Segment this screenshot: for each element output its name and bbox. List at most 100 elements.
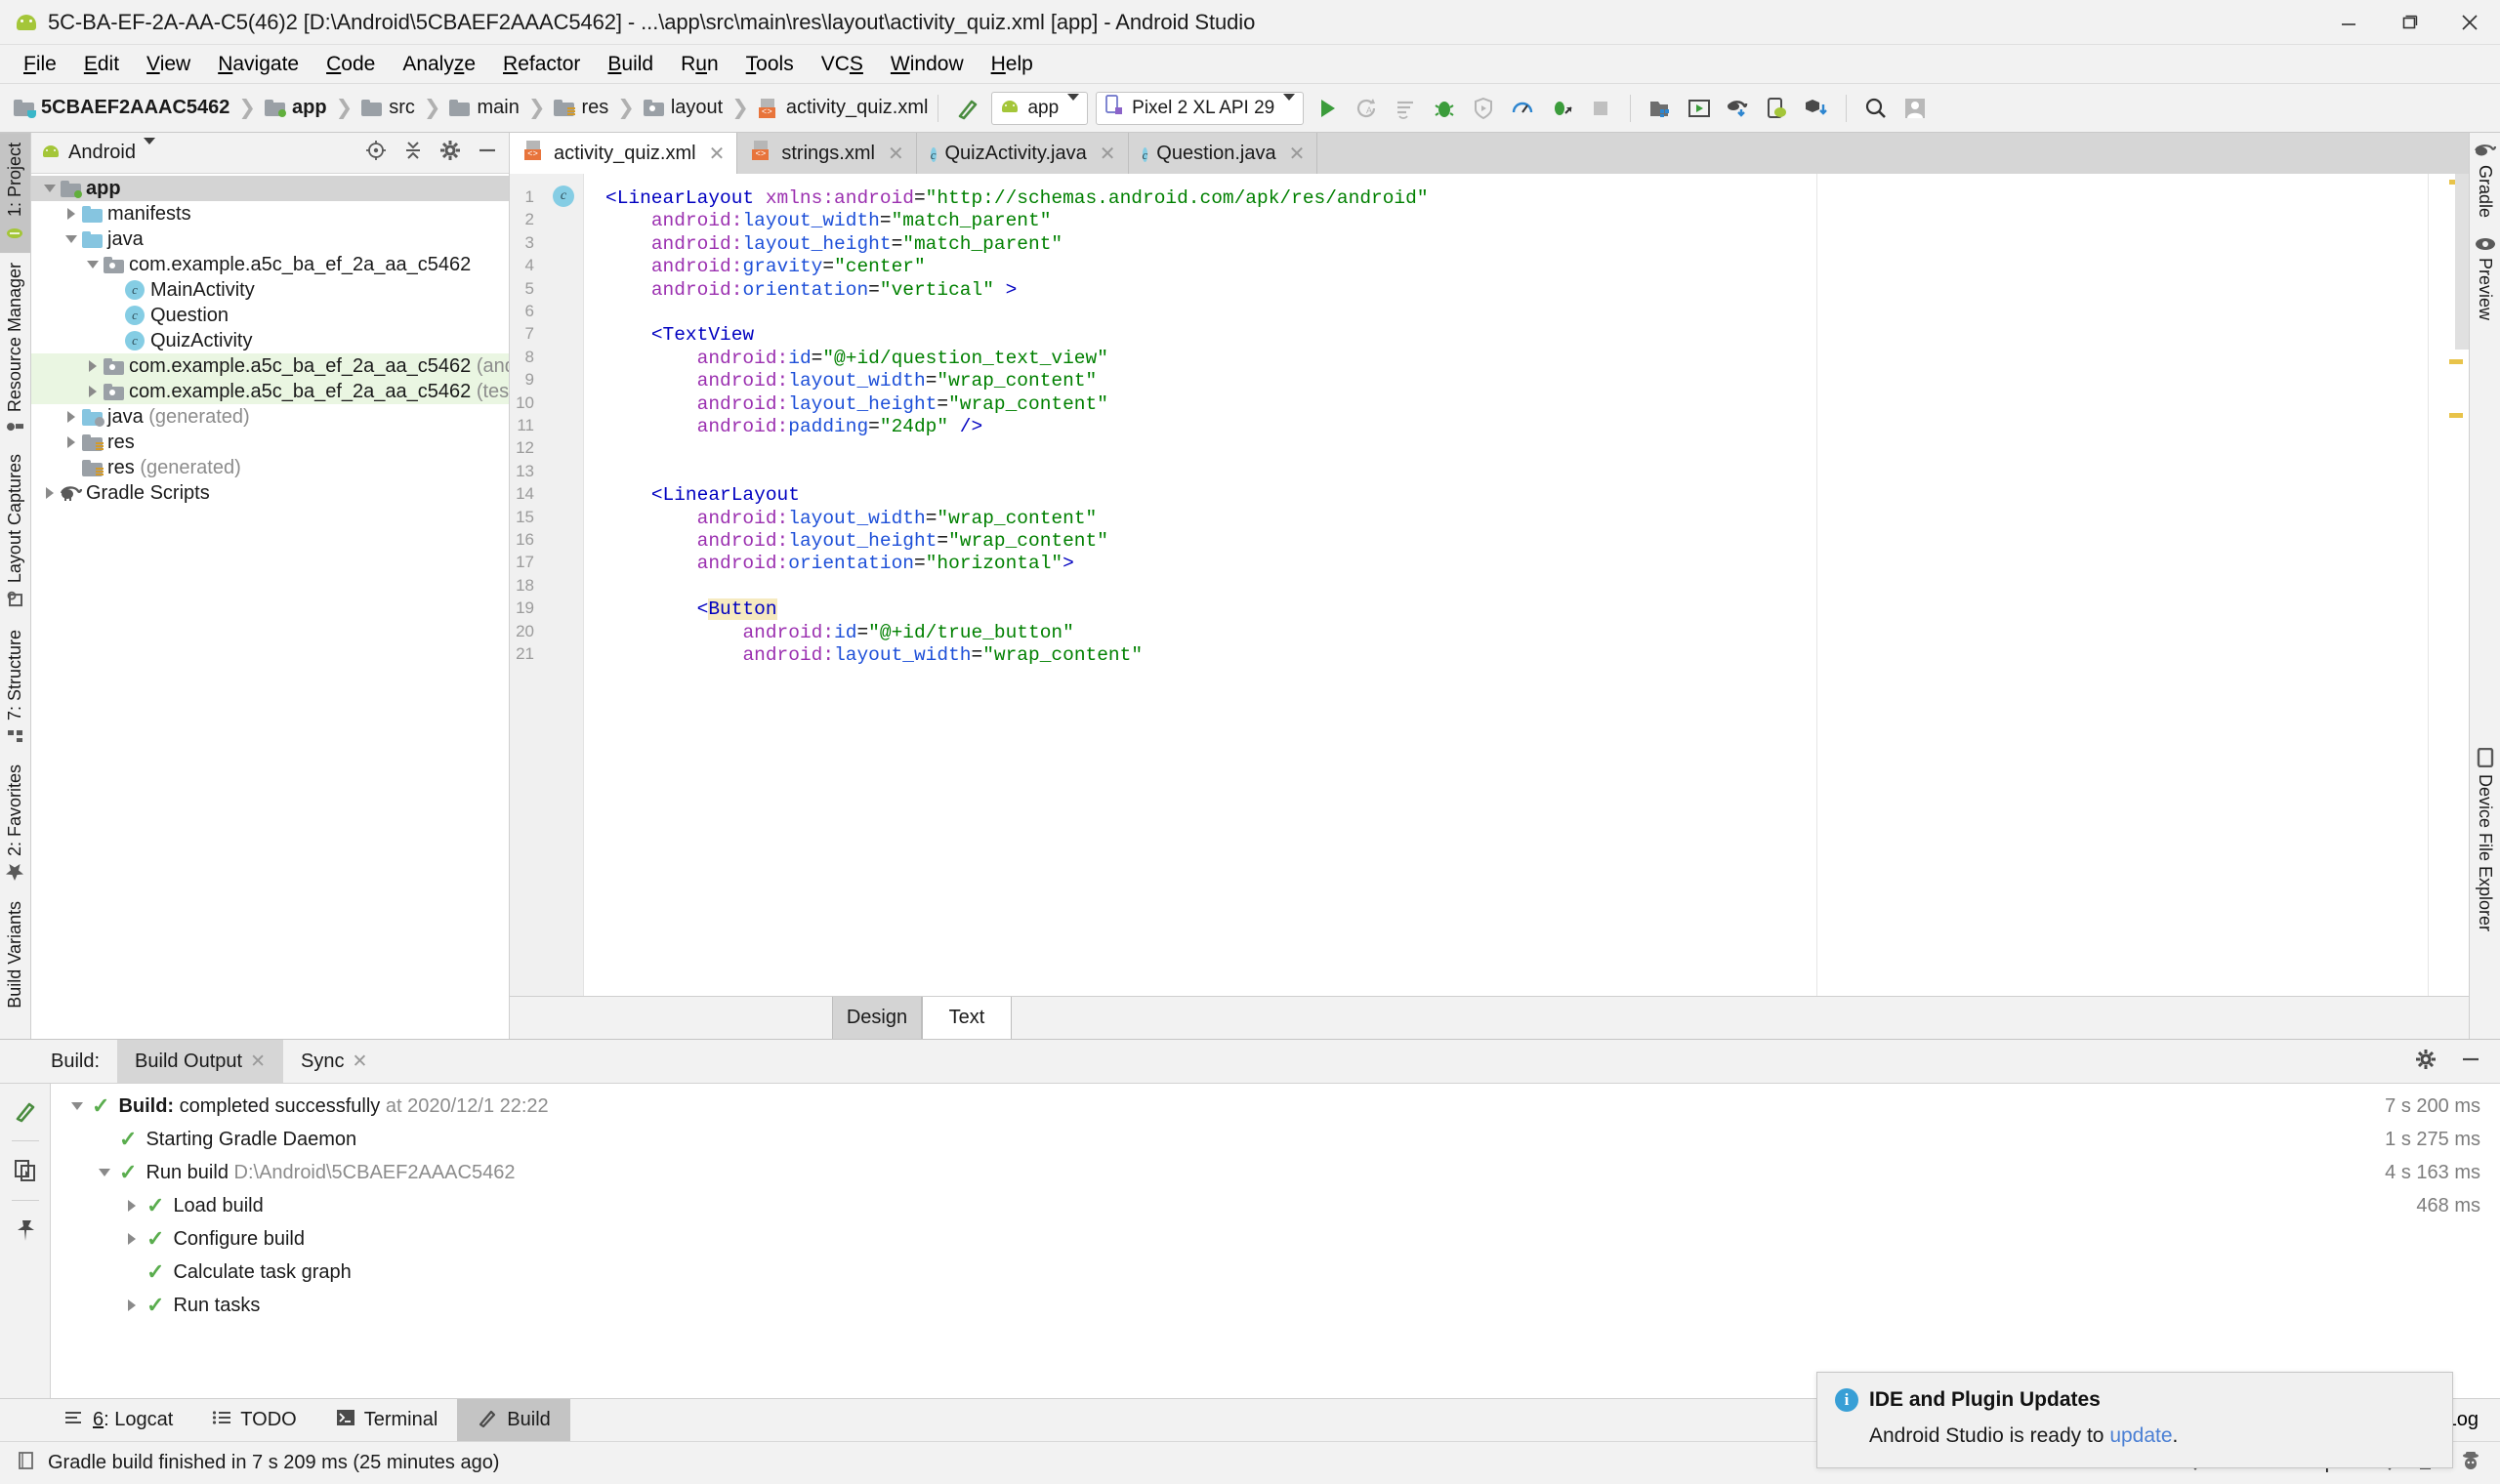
tree-item-mainactivity[interactable]: c MainActivity bbox=[31, 277, 509, 303]
attach-debugger-button[interactable] bbox=[1545, 92, 1578, 125]
code-line[interactable]: android:layout_width="wrap_content" bbox=[605, 508, 1097, 529]
debug-bug-icon[interactable] bbox=[1428, 92, 1461, 125]
code-line[interactable]: android:layout_height="match_parent" bbox=[605, 233, 1062, 255]
expand-arrow-icon[interactable] bbox=[82, 261, 104, 268]
build-row[interactable]: ✓ Load build 468 ms bbox=[51, 1189, 2500, 1222]
editor-tab-question-java[interactable]: c Question.java ✕ bbox=[1129, 133, 1318, 174]
apk-analyzer-button[interactable] bbox=[1800, 92, 1833, 125]
code-line[interactable]: <TextView bbox=[605, 324, 754, 346]
tree-item-com-example-a5c-ba-ef-2a-aa-c5462[interactable]: com.example.a5c_ba_ef_2a_aa_c5462 (test) bbox=[31, 379, 509, 404]
breadcrumb-res[interactable]: res bbox=[554, 97, 608, 119]
make-project-button[interactable] bbox=[951, 92, 984, 125]
menu-analyze[interactable]: Analyze bbox=[389, 50, 489, 79]
tree-item-res[interactable]: res (generated) bbox=[31, 455, 509, 480]
breadcrumb-layout[interactable]: layout bbox=[644, 97, 723, 119]
code-line[interactable]: android:layout_height="wrap_content" bbox=[605, 530, 1108, 552]
code-line[interactable]: android:orientation="vertical" > bbox=[605, 279, 1017, 301]
expand-arrow-icon[interactable] bbox=[61, 235, 82, 243]
bottom-tab-build[interactable]: Build bbox=[457, 1399, 569, 1441]
bottom-tab-6--logcat[interactable]: 6: Logcat bbox=[45, 1399, 192, 1441]
menu-navigate[interactable]: Navigate bbox=[204, 50, 312, 79]
expand-arrow-icon[interactable] bbox=[61, 208, 82, 220]
breadcrumb-5cbaef2aaac5462[interactable]: 5CBAEF2AAAC5462 bbox=[14, 97, 229, 119]
menu-tools[interactable]: Tools bbox=[732, 50, 808, 79]
notification-popup[interactable]: i IDE and Plugin Updates Android Studio … bbox=[1816, 1372, 2453, 1468]
expand-arrow-icon[interactable] bbox=[62, 1102, 92, 1110]
warning-marker[interactable] bbox=[2449, 413, 2463, 418]
expand-arrow-icon[interactable] bbox=[90, 1169, 119, 1176]
bottom-tab-todo[interactable]: TODO bbox=[192, 1399, 315, 1441]
minimize-button[interactable] bbox=[2318, 0, 2379, 45]
user-avatar-icon[interactable] bbox=[1898, 92, 1932, 125]
build-row[interactable]: ✓ Run build D:\Android\5CBAEF2AAAC5462 4… bbox=[51, 1156, 2500, 1189]
close-icon[interactable]: ✕ bbox=[250, 1051, 266, 1073]
menu-view[interactable]: View bbox=[133, 50, 204, 79]
code-line[interactable]: android:orientation="horizontal"> bbox=[605, 553, 1074, 574]
search-icon[interactable] bbox=[1859, 92, 1893, 125]
build-tab-build-output[interactable]: Build Output ✕ bbox=[117, 1040, 283, 1083]
bottom-tab-terminal[interactable]: Terminal bbox=[316, 1399, 458, 1441]
tree-item-gradle-scripts[interactable]: Gradle Scripts bbox=[31, 480, 509, 506]
close-icon[interactable]: ✕ bbox=[709, 142, 726, 166]
menu-window[interactable]: Window bbox=[877, 50, 978, 79]
expand-arrow-icon[interactable] bbox=[117, 1299, 146, 1311]
update-link[interactable]: update bbox=[2109, 1424, 2172, 1447]
build-tab-sync[interactable]: Sync ✕ bbox=[283, 1040, 385, 1083]
menu-help[interactable]: Help bbox=[978, 50, 1047, 79]
tool-tab-preview[interactable]: Preview bbox=[2470, 227, 2500, 330]
close-icon[interactable]: ✕ bbox=[353, 1051, 368, 1073]
expand-arrow-icon[interactable] bbox=[117, 1200, 146, 1212]
menu-refactor[interactable]: Refactor bbox=[489, 50, 594, 79]
tool-tab-7--structure[interactable]: 7: Structure bbox=[0, 620, 30, 755]
code-line[interactable]: android:id="@+id/question_text_view" bbox=[605, 348, 1108, 369]
expand-arrow-icon[interactable] bbox=[39, 487, 61, 499]
build-row[interactable]: ✓ Run tasks bbox=[51, 1289, 2500, 1322]
copy-icon[interactable] bbox=[6, 1151, 45, 1190]
close-icon[interactable]: ✕ bbox=[888, 142, 904, 166]
tree-item-app[interactable]: app bbox=[31, 176, 509, 201]
run-configuration-selector[interactable]: app bbox=[991, 92, 1088, 125]
view-tab-design[interactable]: Design bbox=[832, 997, 922, 1039]
expand-arrow-icon[interactable] bbox=[61, 436, 82, 448]
close-button[interactable] bbox=[2439, 0, 2500, 45]
gradle-sync-button[interactable] bbox=[1722, 92, 1755, 125]
tree-item-res[interactable]: res bbox=[31, 430, 509, 455]
expand-arrow-icon[interactable] bbox=[61, 411, 82, 423]
code-line[interactable]: android:padding="24dp" /> bbox=[605, 416, 982, 437]
code-line[interactable]: android:layout_width="match_parent" bbox=[605, 210, 1051, 231]
expand-arrow-icon[interactable] bbox=[117, 1233, 146, 1245]
tool-tab-2--favorites[interactable]: 2: Favorites bbox=[0, 755, 30, 891]
layout-inspector-button[interactable] bbox=[1761, 92, 1794, 125]
expand-arrow-icon[interactable] bbox=[82, 360, 104, 372]
gear-icon[interactable] bbox=[2414, 1048, 2438, 1076]
target-icon[interactable] bbox=[364, 139, 388, 167]
editor-scrollbar-thumb[interactable] bbox=[2455, 174, 2469, 350]
breadcrumb-app[interactable]: app bbox=[265, 97, 327, 119]
code-line[interactable]: android:layout_height="wrap_content" bbox=[605, 393, 1108, 415]
editor-markers-panel[interactable] bbox=[2428, 174, 2469, 996]
menu-build[interactable]: Build bbox=[594, 50, 667, 79]
code-line[interactable]: <Button bbox=[605, 598, 777, 620]
tree-item-question[interactable]: c Question bbox=[31, 303, 509, 328]
hector-icon[interactable] bbox=[2459, 1449, 2482, 1478]
code-line[interactable]: <LinearLayout xmlns:android="http://sche… bbox=[605, 187, 1429, 209]
editor-tab-quizactivity-java[interactable]: c QuizActivity.java ✕ bbox=[917, 133, 1129, 174]
editor-tab-strings-xml[interactable]: <> strings.xml ✕ bbox=[737, 133, 916, 174]
close-icon[interactable]: ✕ bbox=[1100, 142, 1116, 166]
avd-manager-button[interactable] bbox=[1683, 92, 1716, 125]
collapse-all-icon[interactable] bbox=[401, 139, 425, 167]
tree-item-com-example-a5c-ba-ef-2a-aa-c5462[interactable]: com.example.a5c_ba_ef_2a_aa_c5462 (andro… bbox=[31, 353, 509, 379]
code-line[interactable]: android:layout_width="wrap_content" bbox=[605, 370, 1097, 392]
minimize-icon[interactable] bbox=[2459, 1048, 2482, 1076]
expand-arrow-icon[interactable] bbox=[39, 185, 61, 192]
build-output-tree[interactable]: ✓ Build: completed successfully at 2020/… bbox=[51, 1084, 2500, 1398]
close-icon[interactable]: ✕ bbox=[1289, 142, 1306, 166]
build-row[interactable]: ✓ Build: completed successfully at 2020/… bbox=[51, 1090, 2500, 1123]
breadcrumb-src[interactable]: src bbox=[361, 97, 415, 119]
menu-edit[interactable]: Edit bbox=[70, 50, 133, 79]
chevron-down-icon[interactable] bbox=[144, 144, 155, 162]
java-class-icon[interactable]: c bbox=[553, 186, 574, 207]
tree-item-quizactivity[interactable]: c QuizActivity bbox=[31, 328, 509, 353]
warning-marker[interactable] bbox=[2449, 359, 2463, 364]
menu-vcs[interactable]: VCS bbox=[808, 50, 877, 79]
